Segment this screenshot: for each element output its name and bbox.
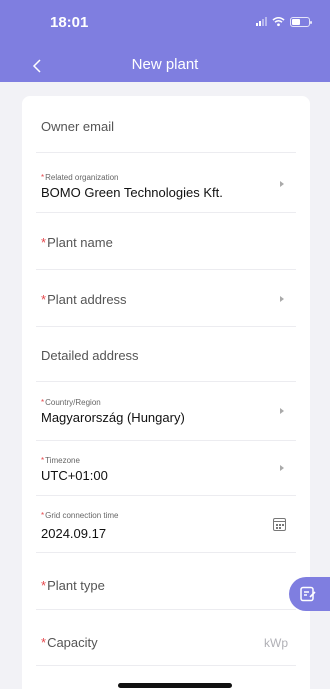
cellular-signal-icon [256,17,267,26]
battery-fill [292,18,300,25]
country-region-value: Magyarország (Hungary) [41,410,185,425]
chevron-right-icon [280,181,284,187]
related-organization-select[interactable]: *Related organization BOMO Green Technol… [36,153,296,213]
timezone-select[interactable]: *Timezone UTC+01:00 [36,441,296,496]
grid-connection-time-label: *Grid connection time [41,511,119,520]
chevron-right-icon [280,465,284,471]
status-icons [256,16,312,27]
owner-email-field[interactable]: Owner email [36,96,296,153]
capacity-placeholder: *Capacity [41,635,98,650]
related-organization-label: *Related organization [41,173,119,182]
app-header: 18:01 New plant [0,0,330,82]
plant-type-select[interactable]: *Plant type [36,553,296,610]
new-plant-form: Owner email *Related organization BOMO G… [22,96,310,689]
edit-note-icon [300,586,316,602]
grid-connection-time-picker[interactable]: *Grid connection time 2024.09.17 [36,496,296,553]
chevron-right-icon [280,296,284,302]
plant-address-placeholder: *Plant address [41,292,127,307]
battery-icon [290,16,312,27]
owner-email-placeholder: Owner email [41,119,114,134]
country-region-select[interactable]: *Country/Region Magyarország (Hungary) [36,382,296,441]
detailed-address-placeholder: Detailed address [41,348,139,363]
plant-name-field[interactable]: *Plant name [36,213,296,270]
country-region-label: *Country/Region [41,398,101,407]
plant-name-placeholder: *Plant name [41,235,113,250]
capacity-field[interactable]: *Capacity kWp [36,610,296,666]
timezone-value: UTC+01:00 [41,468,108,483]
related-organization-value: BOMO Green Technologies Kft. [41,185,223,200]
page-title: New plant [131,56,199,73]
home-indicator[interactable] [118,683,232,688]
status-time: 18:01 [50,14,89,31]
timezone-label: *Timezone [41,456,80,465]
wifi-icon [272,17,285,27]
plant-type-placeholder: *Plant type [41,578,105,593]
plant-address-select[interactable]: *Plant address [36,270,296,327]
detailed-address-field[interactable]: Detailed address [36,327,296,382]
calendar-icon[interactable] [273,518,286,531]
chevron-right-icon [280,408,284,414]
floating-edit-button[interactable] [289,577,330,611]
grid-connection-time-value: 2024.09.17 [41,526,107,541]
capacity-unit: kWp [264,636,288,650]
